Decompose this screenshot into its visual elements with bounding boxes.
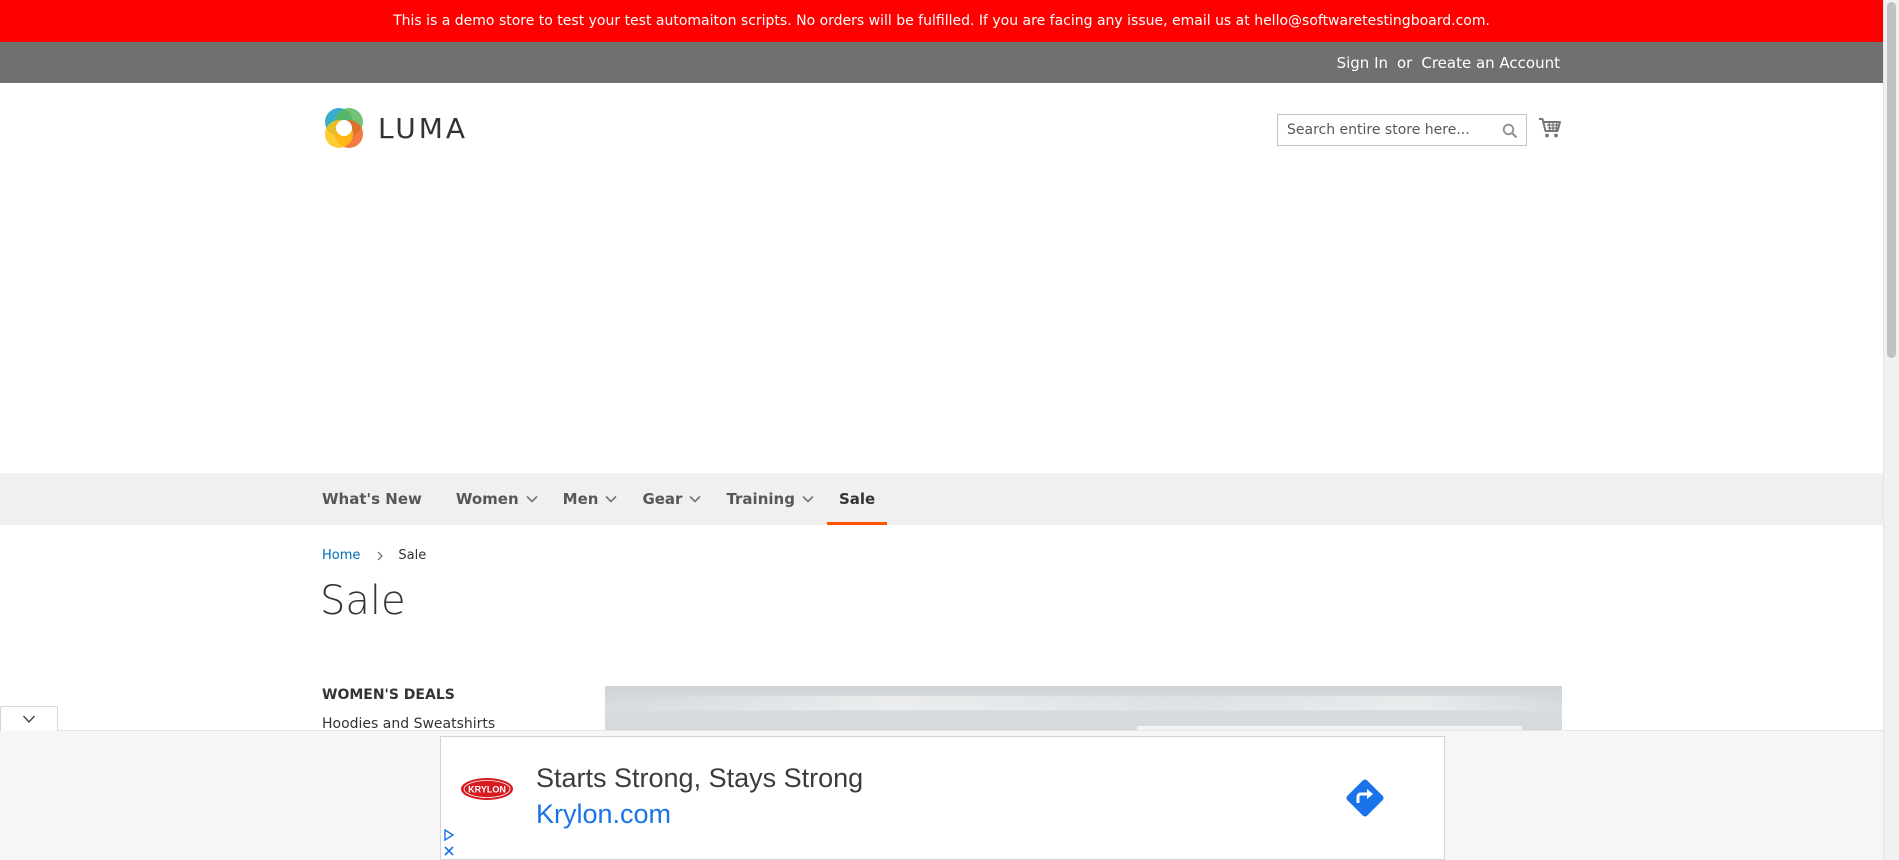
luma-logo-mark-icon: [325, 108, 363, 148]
ad-banner[interactable]: KRYLON Starts Strong, Stays Strong Krylo…: [440, 736, 1445, 860]
breadcrumb: Home Sale: [322, 548, 426, 563]
chevron-down-icon: [605, 495, 618, 503]
demo-notice-bar: This is a demo store to test your test a…: [0, 0, 1883, 42]
nav-item-label: Women: [455, 490, 519, 508]
top-links-panel: Sign In or Create an Account: [0, 42, 1883, 83]
nav-item-label: Men: [562, 490, 599, 508]
ad-url-link[interactable]: Krylon.com: [536, 799, 671, 830]
nav-item-gear[interactable]: Gear: [630, 473, 714, 525]
chevron-down-icon: [802, 495, 814, 503]
page-scrollbar[interactable]: [1883, 0, 1899, 860]
cart-icon[interactable]: [1538, 116, 1562, 140]
nav-item-men[interactable]: Men: [551, 473, 631, 525]
sidebar-section-title: WOMEN'S DEALS: [322, 687, 455, 703]
close-icon[interactable]: [443, 845, 455, 857]
search-box: [1277, 114, 1527, 146]
chevron-down-icon: [526, 495, 538, 503]
nav-item-sale[interactable]: Sale: [826, 473, 888, 525]
nav-item-women[interactable]: Women: [434, 473, 551, 525]
chevron-down-icon: [22, 715, 36, 724]
main-navigation: What's New Women Men Gear Training Sale: [0, 473, 1883, 525]
logo-text: LUMA: [378, 111, 469, 145]
nav-item-whats-new[interactable]: What's New: [322, 473, 434, 525]
demo-notice-text: This is a demo store to test your test a…: [393, 13, 1490, 29]
scrollbar-thumb[interactable]: [1887, 2, 1896, 358]
breadcrumb-home-link[interactable]: Home: [322, 548, 360, 563]
chevron-right-icon: [377, 551, 384, 560]
store-logo[interactable]: LUMA: [322, 106, 468, 150]
search-icon[interactable]: [1502, 123, 1518, 139]
krylon-logo-text: KRYLON: [468, 785, 506, 795]
banner-sky: [605, 696, 1562, 710]
ad-choices-icon[interactable]: [443, 829, 455, 841]
nav-item-training[interactable]: Training: [714, 473, 826, 525]
nav-item-label: What's New: [322, 490, 422, 508]
chevron-down-icon: [689, 495, 702, 503]
page: This is a demo store to test your test a…: [0, 0, 1899, 860]
search-input[interactable]: [1278, 115, 1526, 145]
nav-item-label: Training: [726, 490, 795, 508]
nav-items: What's New Women Men Gear Training Sale: [322, 473, 888, 525]
header-links: Sign In or Create an Account: [1337, 42, 1560, 83]
page-title: Sale: [320, 578, 406, 624]
sign-in-link[interactable]: Sign In: [1337, 54, 1388, 72]
ad-headline[interactable]: Starts Strong, Stays Strong: [536, 763, 863, 794]
ad-collapse-toggle[interactable]: [0, 706, 58, 731]
create-account-link[interactable]: Create an Account: [1421, 54, 1560, 72]
direction-arrow-icon[interactable]: [1342, 775, 1388, 821]
nav-item-label: Sale: [838, 490, 876, 508]
nav-item-label: Gear: [642, 490, 683, 508]
krylon-logo[interactable]: KRYLON: [460, 777, 514, 801]
header-links-separator: or: [1397, 53, 1413, 72]
breadcrumb-current: Sale: [398, 548, 427, 563]
